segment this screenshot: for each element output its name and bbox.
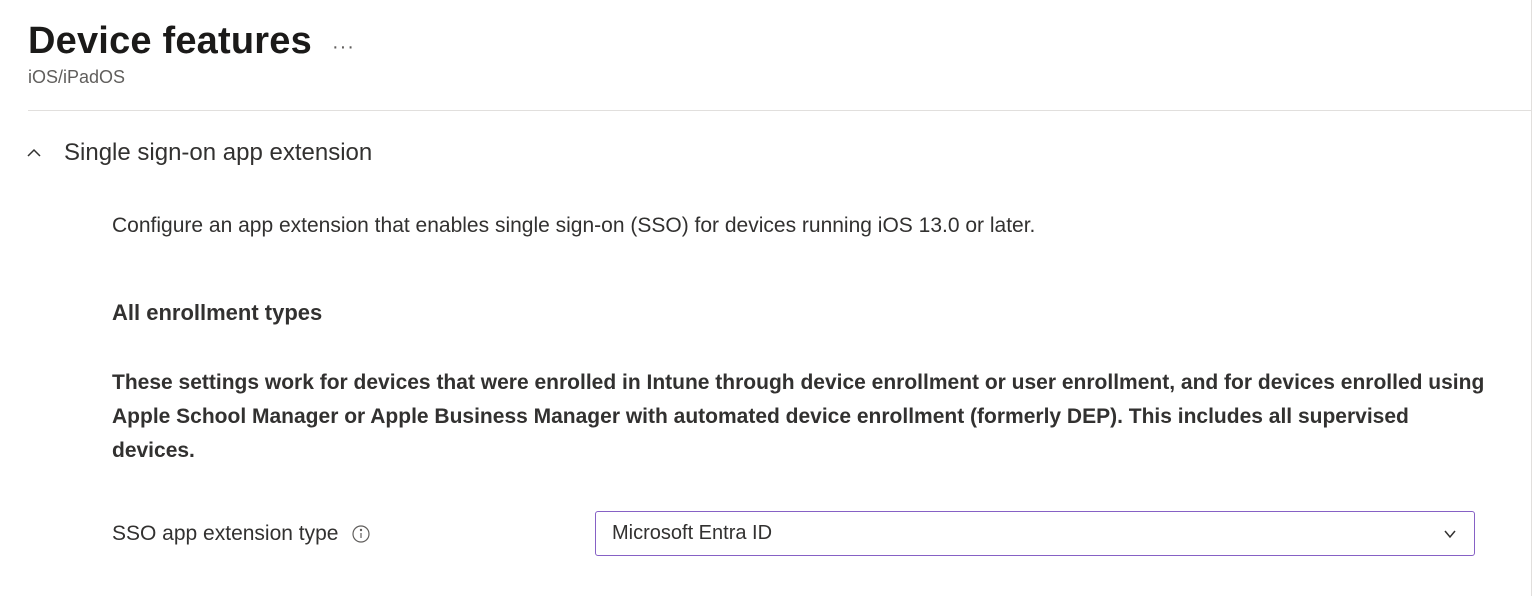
chevron-up-icon bbox=[24, 143, 44, 163]
section-toggle[interactable]: Single sign-on app extension bbox=[24, 139, 1503, 167]
chevron-down-icon bbox=[1442, 526, 1458, 542]
info-icon[interactable] bbox=[352, 525, 370, 543]
section-description: Configure an app extension that enables … bbox=[112, 211, 1503, 240]
title-row: Device features ··· bbox=[28, 20, 1503, 63]
field-label: SSO app extension type bbox=[112, 522, 338, 546]
sso-section: Single sign-on app extension Configure a… bbox=[0, 111, 1531, 556]
sso-type-field: SSO app extension type Microsoft Entra I… bbox=[112, 511, 1503, 556]
page-subtitle: iOS/iPadOS bbox=[28, 67, 1503, 88]
dropdown-selected: Microsoft Entra ID bbox=[612, 522, 772, 545]
subsection-text: These settings work for devices that wer… bbox=[112, 366, 1492, 467]
page-title: Device features bbox=[28, 20, 312, 63]
page-header: Device features ··· iOS/iPadOS bbox=[0, 0, 1531, 100]
more-actions-icon[interactable]: ··· bbox=[332, 27, 355, 57]
subsection-heading: All enrollment types bbox=[112, 300, 1503, 326]
section-title: Single sign-on app extension bbox=[64, 139, 372, 167]
sso-type-dropdown[interactable]: Microsoft Entra ID bbox=[595, 511, 1475, 556]
dropdown-control[interactable]: Microsoft Entra ID bbox=[595, 511, 1475, 556]
